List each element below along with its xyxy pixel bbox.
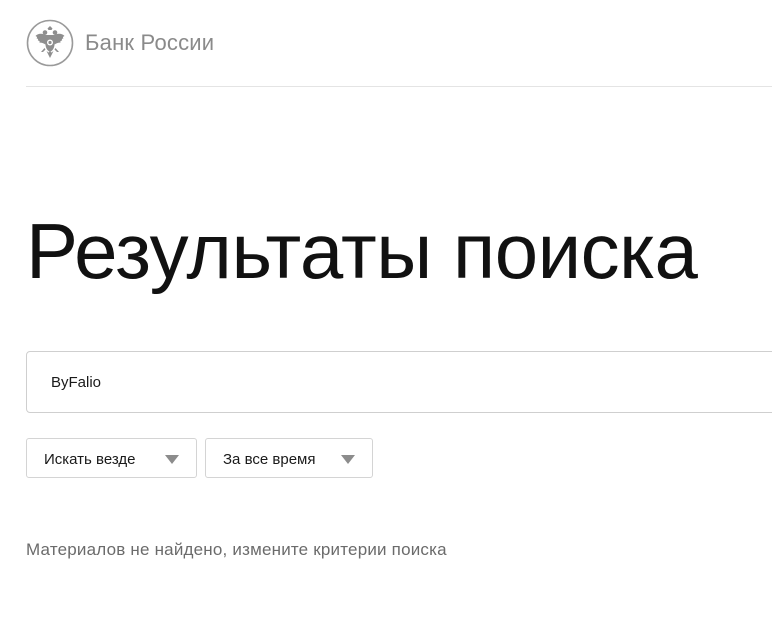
- period-filter-label: За все время: [223, 451, 316, 468]
- chevron-down-icon: [165, 455, 179, 464]
- site-header: Банк России: [26, 18, 772, 68]
- search-input[interactable]: [51, 352, 751, 412]
- scope-filter-label: Искать везде: [44, 451, 136, 468]
- eagle-emblem-icon: [26, 19, 74, 67]
- no-results-message: Материалов не найдено, измените критерии…: [26, 540, 447, 559]
- period-filter-dropdown[interactable]: За все время: [205, 438, 373, 478]
- chevron-down-icon: [341, 455, 355, 464]
- header-divider: [26, 86, 772, 87]
- search-box: [26, 351, 772, 413]
- search-results-page: Банк России Результаты поиска Искать вез…: [0, 0, 772, 644]
- logo-text: Банк России: [85, 30, 215, 55]
- scope-filter-dropdown[interactable]: Искать везде: [26, 438, 197, 478]
- page-title: Результаты поиска: [26, 207, 698, 295]
- logo-link[interactable]: Банк России: [26, 19, 214, 67]
